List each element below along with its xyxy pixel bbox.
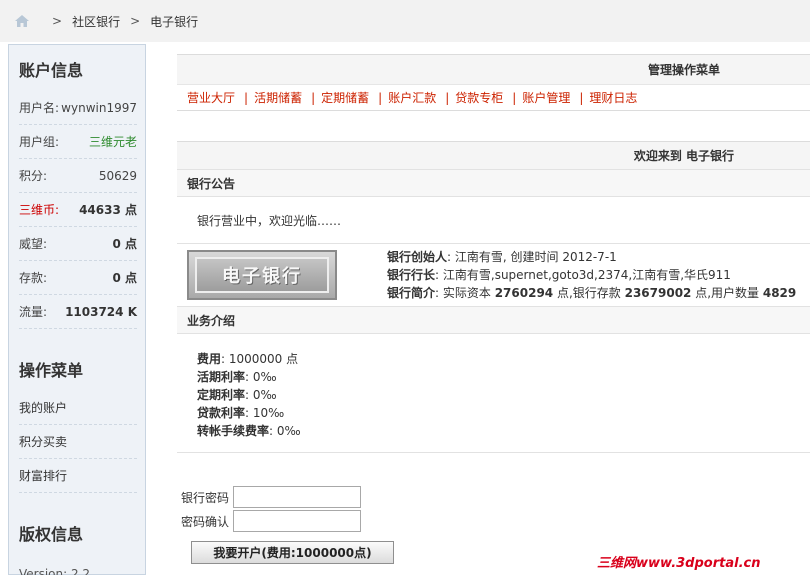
operations-menu-title: 管理操作菜单	[177, 55, 810, 84]
tab-loans[interactable]: 贷款专柜	[455, 89, 503, 106]
copyright-title: 版权信息	[19, 525, 84, 544]
notice-text: 银行营业中，欢迎光临……	[177, 197, 810, 244]
password-label: 银行密码	[181, 490, 230, 505]
row-prestige: 威望: 0 点	[19, 227, 137, 261]
row-deposit: 存款: 0 点	[19, 261, 137, 295]
confirm-password-input[interactable]	[233, 510, 361, 532]
account-info-title: 账户信息	[19, 61, 84, 80]
biz-fixed-rate: 定期利率: 0‰	[197, 388, 277, 402]
tab-hall[interactable]: 营业大厅	[187, 89, 235, 106]
main-content: 管理操作菜单 营业大厅 | 活期储蓄 | 定期储蓄 | 账户汇款 | 贷款专柜 | 账户管…	[177, 54, 810, 453]
biz-demand-rate: 活期利率: 0‰	[197, 370, 277, 384]
password-input[interactable]	[233, 486, 361, 508]
operations-menu: 管理操作菜单 营业大厅 | 活期储蓄 | 定期储蓄 | 账户汇款 | 贷款专柜 | 账户管…	[177, 54, 810, 111]
tab-demand-savings[interactable]: 活期储蓄	[254, 89, 302, 106]
row-traffic: 流量: 1103724 K	[19, 295, 137, 329]
menu-wealth-rank[interactable]: 财富排行	[19, 459, 137, 493]
breadcrumb-community-bank[interactable]: 社区银行	[72, 13, 120, 30]
row-coins: 三维币: 44633 点	[19, 193, 137, 227]
breadcrumb-e-bank[interactable]: 电子银行	[150, 13, 198, 30]
menu-points-trade[interactable]: 积分买卖	[19, 425, 137, 459]
bank-logo: 电子银行	[187, 250, 337, 300]
menu-title: 操作菜单	[19, 361, 84, 380]
open-account-button[interactable]: 我要开户(费用:1000000点)	[191, 541, 394, 564]
tab-finance-log[interactable]: 理财日志	[589, 89, 637, 106]
biz-loan-rate: 贷款利率: 10‰	[197, 406, 285, 420]
biz-fee: 费用: 1000000 点	[197, 352, 299, 366]
tab-account-mgmt[interactable]: 账户管理	[522, 89, 570, 106]
tab-remittance[interactable]: 账户汇款	[388, 89, 436, 106]
intro-line: 银行简介: 实际资本 2760294 点,银行存款 23679002 点,用户数…	[387, 286, 797, 300]
watermark: 三维网www.3dportal.cn	[597, 556, 761, 571]
business-intro-title: 业务介绍	[177, 307, 810, 334]
tab-bar: 营业大厅 | 活期储蓄 | 定期储蓄 | 账户汇款 | 贷款专柜 | 账户管理 | 理财日志	[177, 84, 810, 110]
open-account-form: 银行密码 密码确认	[181, 485, 361, 533]
row-usergroup: 用户组: 三维元老	[19, 125, 137, 159]
confirm-label: 密码确认	[181, 514, 230, 529]
welcome-title: 欢迎来到 电子银行	[177, 142, 810, 170]
row-username: 用户名: wynwin1997	[19, 91, 137, 125]
bank-logo-text: 电子银行	[195, 257, 329, 293]
breadcrumb: > 社区银行 > 电子银行	[0, 0, 810, 42]
menu-my-account[interactable]: 我的账户	[19, 391, 137, 425]
founder-line: 银行创始人: 江南有雪, 创建时间 2012-7-1	[387, 250, 617, 264]
business-intro: 费用: 1000000 点 活期利率: 0‰ 定期利率: 0‰ 贷款利率: 10…	[177, 334, 810, 453]
version-text: Version: 2.2	[19, 567, 91, 575]
row-points: 积分: 50629	[19, 159, 137, 193]
president-line: 银行行长: 江南有雪,supernet,goto3d,2374,江南有雪,华氏9…	[387, 268, 731, 282]
bank-info: 电子银行 银行创始人: 江南有雪, 创建时间 2012-7-1 银行行长: 江南…	[177, 244, 810, 307]
welcome-panel: 欢迎来到 电子银行 银行公告 银行营业中，欢迎光临…… 电子银行 银行创始人: …	[177, 141, 810, 453]
tab-fixed-savings[interactable]: 定期储蓄	[321, 89, 369, 106]
notice-title: 银行公告	[177, 170, 810, 197]
biz-transfer-fee: 转帐手续费率: 0‰	[197, 424, 301, 438]
home-icon[interactable]	[14, 14, 30, 28]
sidebar: 账户信息 用户名: wynwin1997 用户组: 三维元老 积分: 50629 三维…	[8, 44, 146, 575]
breadcrumb-separator: >	[52, 14, 63, 28]
breadcrumb-separator: >	[130, 14, 141, 28]
